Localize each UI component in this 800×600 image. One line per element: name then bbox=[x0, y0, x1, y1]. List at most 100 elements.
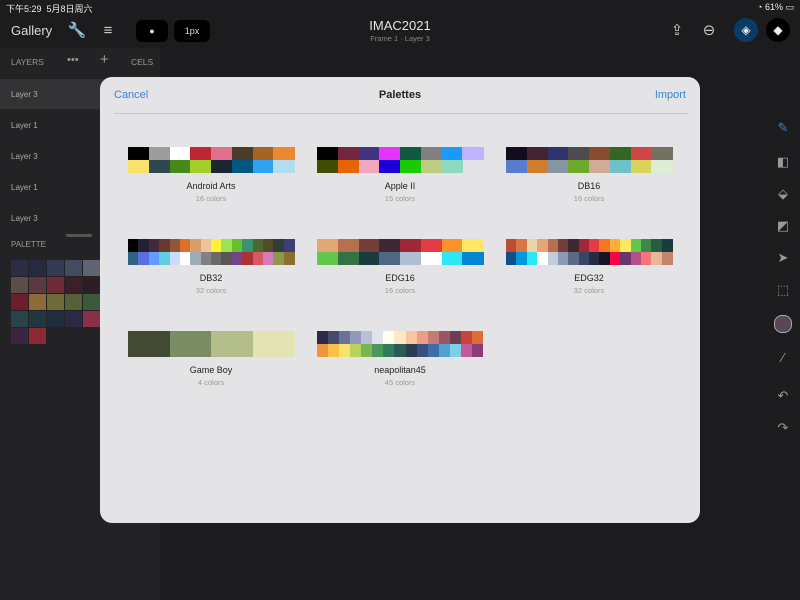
swatch-row bbox=[317, 239, 484, 252]
pencil-icon[interactable]: ✎ bbox=[771, 116, 795, 140]
add-layer-icon[interactable]: + bbox=[100, 51, 109, 68]
palette-card[interactable]: Android Arts 16 colors bbox=[128, 147, 295, 205]
color-swatch bbox=[462, 252, 484, 265]
color-swatch bbox=[317, 331, 329, 344]
redo-icon[interactable]: ↷ bbox=[771, 416, 795, 440]
palette-color-cell[interactable] bbox=[65, 260, 82, 276]
color-swatch bbox=[438, 344, 451, 357]
panel-resize-handle[interactable] bbox=[66, 234, 92, 237]
palette-count: 16 colors bbox=[573, 194, 605, 203]
color-swatch bbox=[394, 344, 407, 357]
color-swatch bbox=[420, 239, 442, 252]
palette-color-cell[interactable] bbox=[65, 311, 82, 327]
palette-color-cell[interactable] bbox=[11, 328, 28, 344]
color-swatch bbox=[148, 147, 170, 160]
palette-color-cell[interactable] bbox=[83, 277, 100, 293]
zoom-icon[interactable]: ⊖ bbox=[698, 20, 720, 42]
selection-icon[interactable]: ⬚ bbox=[771, 278, 795, 302]
color-swatch bbox=[211, 239, 222, 252]
palette-color-cell[interactable] bbox=[29, 294, 46, 310]
palette-name: EDG32 bbox=[574, 273, 604, 283]
palette-card[interactable]: EDG16 16 colors bbox=[317, 239, 484, 297]
color-swatch bbox=[568, 147, 590, 160]
palette-color-cell[interactable] bbox=[11, 311, 28, 327]
fill-bucket-icon[interactable]: ⬙ bbox=[771, 182, 795, 206]
palette-label: PALETTE bbox=[11, 240, 46, 249]
palette-color-cell[interactable] bbox=[47, 277, 64, 293]
color-swatch bbox=[420, 252, 442, 265]
palette-card[interactable]: EDG32 32 colors bbox=[506, 239, 673, 297]
color-swatch bbox=[462, 239, 484, 252]
palette-color-cell[interactable] bbox=[65, 277, 82, 293]
color-swatch bbox=[651, 147, 673, 160]
color-swatch bbox=[128, 160, 150, 173]
palette-swatches bbox=[128, 147, 295, 173]
cels-label[interactable]: CELS bbox=[131, 57, 153, 67]
color-swatch bbox=[242, 239, 253, 252]
undo-icon[interactable]: ↶ bbox=[771, 384, 795, 408]
layers-toggle-icon[interactable]: ◈ bbox=[734, 18, 758, 42]
color-swatch bbox=[221, 239, 233, 252]
color-swatch bbox=[568, 160, 590, 173]
move-icon[interactable]: ➤ bbox=[771, 246, 795, 270]
palette-color-cell[interactable] bbox=[29, 328, 46, 344]
palette-count: 4 colors bbox=[197, 378, 225, 387]
palette-name: DB32 bbox=[199, 273, 223, 283]
palette-swatches bbox=[506, 239, 673, 265]
palette-color-cell[interactable] bbox=[83, 311, 100, 327]
color-swatch bbox=[661, 239, 673, 252]
color-swatch bbox=[169, 147, 191, 160]
color-swatch bbox=[148, 239, 160, 252]
palette-name: Game Boy bbox=[189, 365, 233, 375]
color-toggle-icon[interactable]: ◆ bbox=[766, 18, 790, 42]
palette-count: 32 colors bbox=[195, 286, 227, 295]
palette-name: Apple II bbox=[384, 181, 416, 191]
color-swatch bbox=[169, 331, 212, 344]
sheet-title: Palettes bbox=[378, 89, 422, 101]
palette-color-cell[interactable] bbox=[11, 294, 28, 310]
color-swatch bbox=[190, 252, 202, 265]
current-color-swatch[interactable] bbox=[771, 312, 795, 336]
palette-color-cell[interactable] bbox=[65, 294, 82, 310]
palette-card[interactable]: neapolitan45 45 colors bbox=[317, 331, 484, 389]
eyedropper-icon[interactable]: ⁄ bbox=[771, 346, 795, 370]
color-swatch bbox=[350, 344, 362, 357]
eraser-icon[interactable]: ◧ bbox=[771, 150, 795, 174]
palette-color-cell[interactable] bbox=[83, 294, 100, 310]
share-icon[interactable]: ⇪ bbox=[666, 20, 688, 42]
palette-color-cell[interactable] bbox=[47, 311, 64, 327]
import-button[interactable]: Import bbox=[655, 89, 686, 101]
swatch-row bbox=[317, 160, 483, 173]
color-swatch bbox=[578, 239, 590, 252]
palette-color-cell[interactable] bbox=[83, 260, 100, 276]
palette-card[interactable]: Game Boy 4 colors bbox=[128, 331, 295, 389]
color-swatch bbox=[361, 344, 373, 357]
color-swatch bbox=[449, 344, 462, 357]
palette-color-cell[interactable] bbox=[29, 311, 46, 327]
palette-color-cell[interactable] bbox=[11, 277, 28, 293]
palette-card[interactable]: DB32 32 colors bbox=[128, 239, 295, 297]
color-swatch bbox=[128, 239, 139, 252]
palette-color-cell[interactable] bbox=[29, 260, 46, 276]
palette-color-cell[interactable] bbox=[47, 260, 64, 276]
color-swatch bbox=[516, 252, 528, 265]
palette-card[interactable]: Apple II 15 colors bbox=[317, 147, 484, 205]
palette-color-cell[interactable] bbox=[29, 277, 46, 293]
color-swatch bbox=[358, 160, 380, 173]
color-swatch bbox=[337, 239, 359, 252]
swatch-row bbox=[128, 147, 295, 160]
palette-name: DB16 bbox=[577, 181, 601, 191]
palette-swatches bbox=[317, 239, 484, 265]
color-swatch bbox=[350, 331, 362, 344]
more-options-icon[interactable]: ••• bbox=[67, 54, 79, 66]
color-swatch bbox=[242, 252, 253, 265]
color-swatch bbox=[159, 252, 170, 265]
color-swatch bbox=[317, 147, 339, 160]
palette-card[interactable]: DB16 16 colors bbox=[506, 147, 673, 205]
palette-color-cell[interactable] bbox=[47, 294, 64, 310]
color-swatch bbox=[231, 252, 243, 265]
palette-color-cell[interactable] bbox=[11, 260, 28, 276]
color-swatch bbox=[547, 239, 559, 252]
shapes-icon[interactable]: ◩ bbox=[771, 214, 795, 238]
color-swatch bbox=[589, 147, 611, 160]
